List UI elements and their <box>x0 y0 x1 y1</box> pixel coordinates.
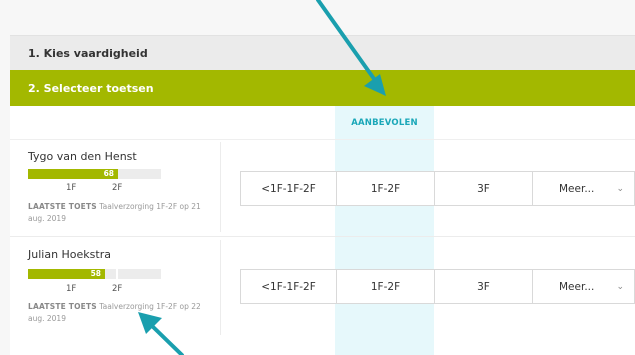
option-1f-2f[interactable]: 1F-2F <box>337 172 435 205</box>
level-tick-label: 2F <box>112 284 123 294</box>
last-test-label: LAATSTE TOETS <box>28 202 97 211</box>
last-test-info: LAATSTE TOETS Taalverzorging 1F-2F op 22… <box>28 301 208 325</box>
option-1f-2f-mixed[interactable]: <1F-1F-2F <box>241 270 337 303</box>
score-value: 68 <box>103 169 114 178</box>
step-1-header[interactable]: 1. Kies vaardigheid <box>10 35 635 70</box>
step-2-header[interactable]: 2. Selecteer toetsen <box>10 70 635 106</box>
score-bar-fill: 58 <box>28 269 105 279</box>
student-name: Tygo van den Henst <box>28 150 137 163</box>
row-divider <box>10 236 635 237</box>
recommended-column-header: AANBEVOLEN <box>351 118 418 128</box>
test-selection-panel: 1. Kies vaardigheid 2. Selecteer toetsen… <box>0 0 635 355</box>
last-test-info: LAATSTE TOETS Taalverzorging 1F-2F op 21… <box>28 201 208 225</box>
level-options: <1F-1F-2F 1F-2F 3F Meer... ⌄ <box>240 269 635 304</box>
option-1f-2f[interactable]: 1F-2F <box>337 270 435 303</box>
level-tick-label: 1F <box>66 183 77 193</box>
level-tick-label: 1F <box>66 284 77 294</box>
score-value: 58 <box>90 269 101 278</box>
recommended-column-highlight <box>335 106 434 355</box>
column-divider <box>220 240 221 335</box>
step-2-label: 2. Selecteer toetsen <box>28 81 154 95</box>
option-3f[interactable]: 3F <box>435 172 533 205</box>
step-1-label: 1. Kies vaardigheid <box>28 46 148 60</box>
column-divider <box>220 142 221 232</box>
header-divider <box>10 139 635 140</box>
option-3f[interactable]: 3F <box>435 270 533 303</box>
score-bar-fill: 68 <box>28 169 118 179</box>
chevron-down-icon: ⌄ <box>616 281 624 292</box>
more-dropdown-label: Meer... <box>559 182 595 195</box>
more-dropdown-label: Meer... <box>559 280 595 293</box>
level-options: <1F-1F-2F 1F-2F 3F Meer... ⌄ <box>240 171 635 206</box>
more-dropdown[interactable]: Meer... ⌄ <box>533 172 634 205</box>
option-1f-2f-mixed[interactable]: <1F-1F-2F <box>241 172 337 205</box>
level-tick-label: 2F <box>112 183 123 193</box>
last-test-label: LAATSTE TOETS <box>28 302 97 311</box>
student-name: Julian Hoekstra <box>28 248 111 261</box>
more-dropdown[interactable]: Meer... ⌄ <box>533 270 634 303</box>
chevron-down-icon: ⌄ <box>616 183 624 194</box>
